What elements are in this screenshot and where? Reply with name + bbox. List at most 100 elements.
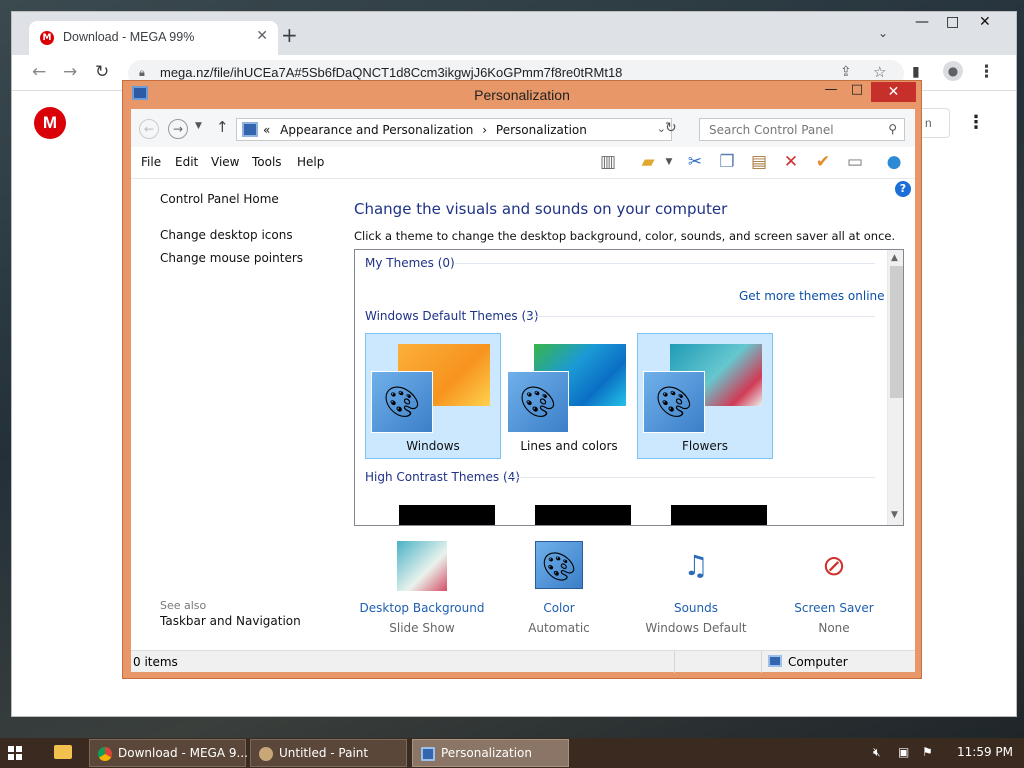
menu-bar: File Edit View Tools Help ▥ ▰ ▼ ✂ ❐ ▤ ✕ …	[131, 147, 915, 179]
vertical-scrollbar[interactable]: ▲ ▼	[887, 250, 903, 525]
sounds-icon: ♫	[683, 549, 709, 582]
minimize-icon[interactable]: —	[823, 82, 839, 102]
breadcrumb-appearance[interactable]: Appearance and Personalization	[280, 123, 473, 137]
reload-icon[interactable]: ↻	[95, 62, 109, 82]
scroll-up-icon[interactable]: ▲	[891, 253, 898, 263]
screen-saver-option[interactable]: ⊘ Screen Saver None	[769, 541, 899, 646]
share-icon[interactable]: ⇪	[840, 64, 852, 80]
breadcrumb-overflow[interactable]: «	[263, 123, 270, 137]
close-icon[interactable]: ✕	[979, 14, 991, 30]
taskbar-item-chrome[interactable]: Download - MEGA 9...	[89, 739, 248, 767]
forward-icon[interactable]: →	[63, 62, 77, 82]
high-contrast-theme-preview[interactable]	[535, 505, 631, 525]
see-also-label: See also	[160, 599, 207, 612]
help-icon[interactable]: ?	[895, 181, 911, 197]
back-icon[interactable]: ←	[32, 62, 46, 82]
options-dropdown-icon[interactable]: ▼	[658, 151, 680, 173]
browser-tab[interactable]: M Download - MEGA 99% ✕	[29, 21, 278, 55]
divider	[761, 651, 762, 673]
profile-icon[interactable]: ●	[943, 61, 963, 81]
get-more-themes-link[interactable]: Get more themes online	[739, 289, 885, 303]
paste-icon[interactable]: ▤	[748, 151, 770, 173]
high-contrast-theme-preview[interactable]	[399, 505, 495, 525]
cut-icon[interactable]: ✂	[684, 151, 706, 173]
forward-icon[interactable]: →	[168, 119, 188, 139]
divider	[507, 477, 875, 478]
action-center-icon[interactable]: ⚑	[922, 745, 933, 759]
maximize-icon[interactable]: □	[849, 82, 865, 102]
color-option[interactable]: 🎨︎ Color Automatic	[494, 541, 624, 646]
theme-flowers[interactable]: 🎨︎ Flowers	[637, 333, 773, 459]
menu-file[interactable]: File	[141, 155, 161, 169]
sounds-option[interactable]: ♫ Sounds Windows Default	[631, 541, 761, 646]
scroll-thumb[interactable]	[890, 266, 903, 398]
status-bar: 0 items Computer	[131, 650, 915, 673]
theme-windows[interactable]: 🎨︎ Windows	[365, 333, 501, 459]
change-desktop-icons-link[interactable]: Change desktop icons	[160, 228, 293, 242]
paint-icon	[259, 747, 273, 761]
url-text: mega.nz/file/ihUCEa7A#5Sb6fDaQNCT1d8Ccm3…	[160, 65, 623, 80]
scroll-down-icon[interactable]: ▼	[891, 510, 898, 520]
tab-close-icon[interactable]: ✕	[256, 28, 268, 44]
copy-icon[interactable]: ❐	[716, 151, 738, 173]
side-panel-icon[interactable]: ▮	[912, 64, 920, 80]
folder-options-icon[interactable]: ▰	[637, 151, 659, 173]
clock[interactable]: 11:59 PM	[957, 745, 1013, 759]
task-label: Download - MEGA 9...	[118, 746, 248, 760]
high-contrast-header: High Contrast Themes (4)	[365, 470, 520, 484]
screen-saver-link[interactable]: Screen Saver	[769, 601, 899, 615]
theme-lines-and-colors[interactable]: 🎨︎ Lines and colors	[501, 333, 637, 459]
page-title: Change the visuals and sounds on your co…	[354, 200, 728, 218]
address-bar[interactable]: « Appearance and Personalization › Perso…	[236, 118, 672, 141]
taskbar-item-paint[interactable]: Untitled - Paint	[250, 739, 407, 767]
desktop-background-value: Slide Show	[389, 621, 455, 635]
high-contrast-theme-preview[interactable]	[671, 505, 767, 525]
desktop-background-link[interactable]: Desktop Background	[357, 601, 487, 615]
bookmark-star-icon[interactable]: ☆	[873, 63, 886, 81]
new-tab-button[interactable]: +	[281, 23, 298, 47]
task-label: Untitled - Paint	[279, 746, 369, 760]
breadcrumb-separator[interactable]: ›	[482, 123, 487, 137]
minimize-icon[interactable]: —	[915, 14, 929, 30]
maximize-icon[interactable]: □	[946, 14, 959, 30]
taskbar-item-personalization[interactable]: Personalization	[412, 739, 569, 767]
rename-icon[interactable]: ▭	[844, 151, 866, 173]
menu-view[interactable]: View	[211, 155, 239, 169]
file-explorer-icon[interactable]	[54, 745, 72, 759]
menu-tools[interactable]: Tools	[252, 155, 282, 169]
recent-dropdown-icon[interactable]: ▼	[195, 121, 202, 131]
back-icon[interactable]: ←	[139, 119, 159, 139]
close-button[interactable]: ✕	[871, 82, 916, 102]
taskbar-navigation-link[interactable]: Taskbar and Navigation	[160, 614, 301, 628]
delete-icon[interactable]: ✕	[780, 151, 802, 173]
change-mouse-pointers-link[interactable]: Change mouse pointers	[160, 251, 303, 265]
menu-edit[interactable]: Edit	[175, 155, 198, 169]
layout-icon[interactable]: ▥	[597, 151, 619, 173]
tab-search-chevron-icon[interactable]: ⌄	[878, 26, 888, 40]
control-panel-home-link[interactable]: Control Panel Home	[160, 192, 279, 206]
theme-name: Flowers	[682, 439, 728, 453]
properties-check-icon[interactable]: ✔	[812, 151, 834, 173]
sounds-value: Windows Default	[645, 621, 747, 635]
menu-help[interactable]: Help	[297, 155, 324, 169]
my-themes-header: My Themes (0)	[365, 256, 455, 270]
control-panel-icon	[421, 747, 435, 761]
breadcrumb-personalization[interactable]: Personalization	[496, 123, 587, 137]
globe-icon[interactable]: ●	[883, 151, 905, 173]
refresh-icon[interactable]: ↻	[665, 120, 677, 136]
page-menu-icon[interactable]: ⋮	[967, 112, 985, 133]
mega-logo[interactable]: M	[34, 107, 66, 139]
tab-title: Download - MEGA 99%	[63, 30, 195, 44]
desktop-background-option[interactable]: Desktop Background Slide Show	[357, 541, 487, 646]
search-input[interactable]: Search Control Panel ⚲	[699, 118, 905, 141]
network-icon[interactable]: ▣	[898, 745, 909, 759]
mega-favicon-icon: M	[40, 31, 54, 45]
window-title: Personalization	[474, 87, 570, 103]
up-icon[interactable]: ↑	[216, 118, 229, 136]
personalization-window: Personalization — □ ✕ ← → ▼ ↑ « Appearan…	[122, 80, 922, 679]
menu-kebab-icon[interactable]: ⋮	[978, 62, 995, 82]
sounds-link[interactable]: Sounds	[631, 601, 761, 615]
volume-muted-icon[interactable]: 🔇︎	[873, 745, 881, 760]
color-link[interactable]: Color	[494, 601, 624, 615]
windows-start-icon[interactable]	[8, 746, 22, 760]
